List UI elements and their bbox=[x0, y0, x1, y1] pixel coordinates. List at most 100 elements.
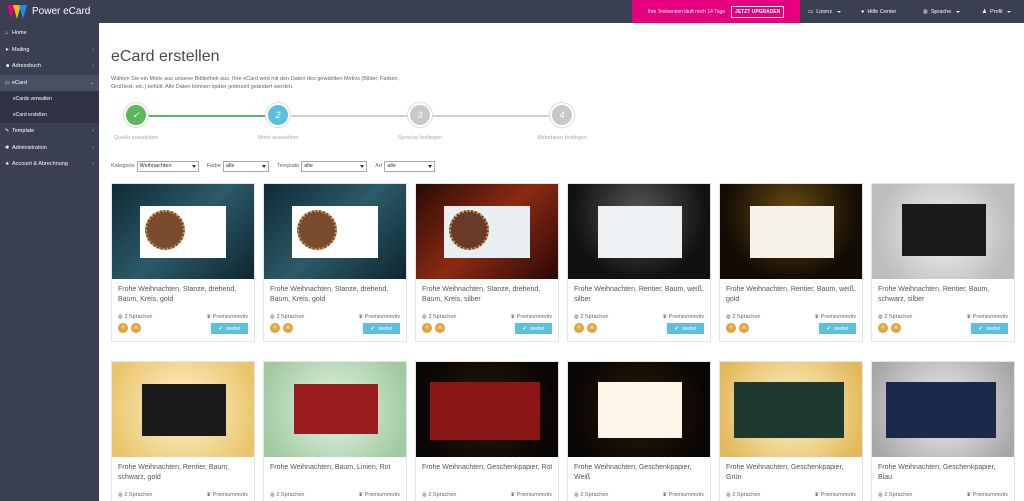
chevron-down-icon: ⌄ bbox=[89, 79, 94, 86]
sidebar-item-mailing[interactable]: ➤ Mailing ‹ bbox=[0, 42, 99, 59]
motif-thumbnail[interactable] bbox=[872, 362, 1014, 457]
premium-text: Premiummotiv bbox=[820, 314, 856, 320]
globe-icon: ◍ bbox=[422, 314, 427, 320]
motif-card[interactable]: Frohe Weihnachten, Geschenkpapier, Rot ◍… bbox=[415, 361, 559, 501]
weiter-button[interactable]: ✔ weiter bbox=[971, 323, 1008, 334]
motif-thumbnail[interactable] bbox=[264, 184, 406, 279]
trial-banner: Ihre Testversion läuft noch 14 Tage JETZ… bbox=[632, 0, 800, 23]
motif-thumbnail[interactable] bbox=[720, 362, 862, 457]
weiter-button[interactable]: ✔ weiter bbox=[819, 323, 856, 334]
motif-card[interactable]: Frohe Weihnachten, Baum, Linien, Rot ◍ 2… bbox=[263, 361, 407, 501]
motif-thumbnail[interactable] bbox=[112, 184, 254, 279]
sidebar-item-account[interactable]: ★ Account & Abrechnung ‹ bbox=[0, 156, 99, 173]
globe-icon: ◍ bbox=[878, 492, 883, 498]
check-icon: ✔ bbox=[826, 325, 831, 332]
weiter-button[interactable]: ✔ weiter bbox=[667, 323, 704, 334]
trial-text: Ihre Testversion läuft noch 14 Tage bbox=[647, 8, 726, 15]
weiter-button[interactable]: ✔ weiter bbox=[363, 323, 400, 334]
chevron-down-icon bbox=[360, 164, 365, 168]
weiter-button[interactable]: ✔ weiter bbox=[515, 323, 552, 334]
motif-thumbnail[interactable] bbox=[416, 184, 558, 279]
preview-button[interactable]: ⚲ bbox=[726, 323, 736, 333]
profile-menu[interactable]: ♟ Profil bbox=[982, 0, 1012, 23]
help-center-link[interactable]: ● Hilfe Center bbox=[861, 0, 896, 23]
select-value: alle bbox=[225, 163, 235, 169]
weiter-button[interactable]: ✔ weiter bbox=[211, 323, 248, 334]
motif-thumbnail[interactable] bbox=[568, 362, 710, 457]
premium-text: Premiummotiv bbox=[212, 314, 248, 320]
sidebar-item-administration[interactable]: ✱ Administration ‹ bbox=[0, 140, 99, 157]
preview-button[interactable]: ⚲ bbox=[422, 323, 432, 333]
motif-thumbnail[interactable] bbox=[264, 362, 406, 457]
motif-card[interactable]: Frohe Weihnachten, Geschenkpapier, Grün … bbox=[719, 361, 863, 501]
sidebar-item-label: Account & Abrechnung bbox=[12, 161, 68, 168]
language-count: ◍ 3 Sprachen bbox=[422, 314, 456, 320]
preview-button[interactable]: ⚲ bbox=[574, 323, 584, 333]
premium-text: Premiummotiv bbox=[668, 492, 704, 498]
license-menu[interactable]: ▭ Lizenz bbox=[808, 0, 842, 23]
premium-badge: ♛ Premiummotiv bbox=[662, 492, 704, 498]
motif-card[interactable]: Frohe Weihnachten, Stanze, drehend, Baum… bbox=[111, 183, 255, 342]
email-button[interactable]: ✉ bbox=[283, 323, 293, 333]
step-label: Metadaten festlegen bbox=[537, 135, 587, 141]
language-count: ◍ 2 Sprachen bbox=[878, 314, 912, 320]
sidebar-item-home[interactable]: ⌂ Home bbox=[0, 25, 99, 42]
preview-button[interactable]: ⚲ bbox=[878, 323, 888, 333]
step-label: Sprache festlegen bbox=[397, 135, 443, 141]
motif-card[interactable]: Frohe Weihnachten, Rentier, Baum, schwar… bbox=[111, 361, 255, 501]
email-button[interactable]: ✉ bbox=[587, 323, 597, 333]
wizard-step-1[interactable]: ✓ Quelle auswählen bbox=[76, 103, 196, 141]
motif-thumbnail[interactable] bbox=[720, 184, 862, 279]
sidebar-item-label: Administration bbox=[12, 144, 47, 151]
sidebar-item-adressbuch[interactable]: ☻ Adressbuch ‹ bbox=[0, 58, 99, 75]
step-number: 3 bbox=[408, 103, 432, 127]
crown-icon: ♛ bbox=[358, 492, 364, 498]
motif-card[interactable]: Frohe Weihnachten, Stanze, drehend, Baum… bbox=[415, 183, 559, 342]
motif-title: Frohe Weihnachten, Rentier, Baum, schwar… bbox=[118, 464, 230, 481]
motif-thumbnail[interactable] bbox=[416, 362, 558, 457]
users-icon: ☻ bbox=[5, 63, 11, 70]
email-button[interactable]: ✉ bbox=[131, 323, 141, 333]
envelope-icon: ✉ bbox=[741, 325, 747, 331]
category-select[interactable]: Weihnachten bbox=[136, 160, 199, 172]
email-button[interactable]: ✉ bbox=[435, 323, 445, 333]
search-icon: ⚲ bbox=[273, 325, 277, 331]
preview-button[interactable]: ⚲ bbox=[118, 323, 128, 333]
home-icon: ⌂ bbox=[5, 30, 9, 37]
language-label: Sprache bbox=[930, 8, 952, 15]
wizard-step-4[interactable]: 4 Metadaten festlegen bbox=[502, 103, 622, 141]
wizard-step-3[interactable]: 3 Sprache festlegen bbox=[360, 103, 480, 141]
premium-text: Premiummotiv bbox=[212, 492, 248, 498]
motif-card[interactable]: Frohe Weihnachten, Rentier, Baum, schwar… bbox=[871, 183, 1015, 342]
motif-thumbnail[interactable] bbox=[112, 362, 254, 457]
chevron-left-icon: ‹ bbox=[92, 161, 94, 168]
language-menu[interactable]: ◍ Sprache bbox=[923, 0, 961, 23]
motif-card[interactable]: Frohe Weihnachten, Stanze, drehend, Baum… bbox=[263, 183, 407, 342]
motif-thumbnail[interactable] bbox=[568, 184, 710, 279]
motif-title: Frohe Weihnachten, Geschenkpapier, Rot bbox=[422, 464, 553, 471]
premium-badge: ♛ Premiummotiv bbox=[814, 492, 856, 498]
email-button[interactable]: ✉ bbox=[891, 323, 901, 333]
sidebar-item-ecard[interactable]: ▭ eCard ⌄ bbox=[0, 74, 99, 91]
logo-icon bbox=[7, 4, 27, 19]
step-number: 2 bbox=[266, 103, 290, 127]
email-button[interactable]: ✉ bbox=[739, 323, 749, 333]
motif-thumbnail[interactable] bbox=[872, 184, 1014, 279]
motif-card[interactable]: Frohe Weihnachten, Rentier, Baum, weiß, … bbox=[567, 183, 711, 342]
brand[interactable]: Power eCard bbox=[0, 0, 100, 23]
language-count-text: 2 Sprachen bbox=[732, 314, 761, 320]
motif-card[interactable]: Frohe Weihnachten, Geschenkpapier, Weiß … bbox=[567, 361, 711, 501]
color-select[interactable]: alle bbox=[222, 160, 269, 172]
wizard-step-2[interactable]: 2 Motiv auswählen bbox=[218, 103, 338, 141]
template-icon: ✎ bbox=[5, 128, 10, 135]
preview-button[interactable]: ⚲ bbox=[270, 323, 280, 333]
language-count-text: 2 Sprachen bbox=[884, 492, 913, 498]
upgrade-button[interactable]: JETZT UPGRADEN bbox=[731, 5, 785, 18]
globe-icon: ◍ bbox=[270, 314, 275, 320]
type-select[interactable]: alle bbox=[384, 160, 436, 172]
motif-card[interactable]: Frohe Weihnachten, Geschenkpapier, Blau … bbox=[871, 361, 1015, 501]
motif-card[interactable]: Frohe Weihnachten, Rentier, Baum, weiß, … bbox=[719, 183, 863, 342]
language-count: ◍ 2 Sprachen bbox=[270, 492, 304, 498]
template-select[interactable]: alle bbox=[301, 160, 368, 172]
language-count-text: 2 Sprachen bbox=[580, 314, 609, 320]
